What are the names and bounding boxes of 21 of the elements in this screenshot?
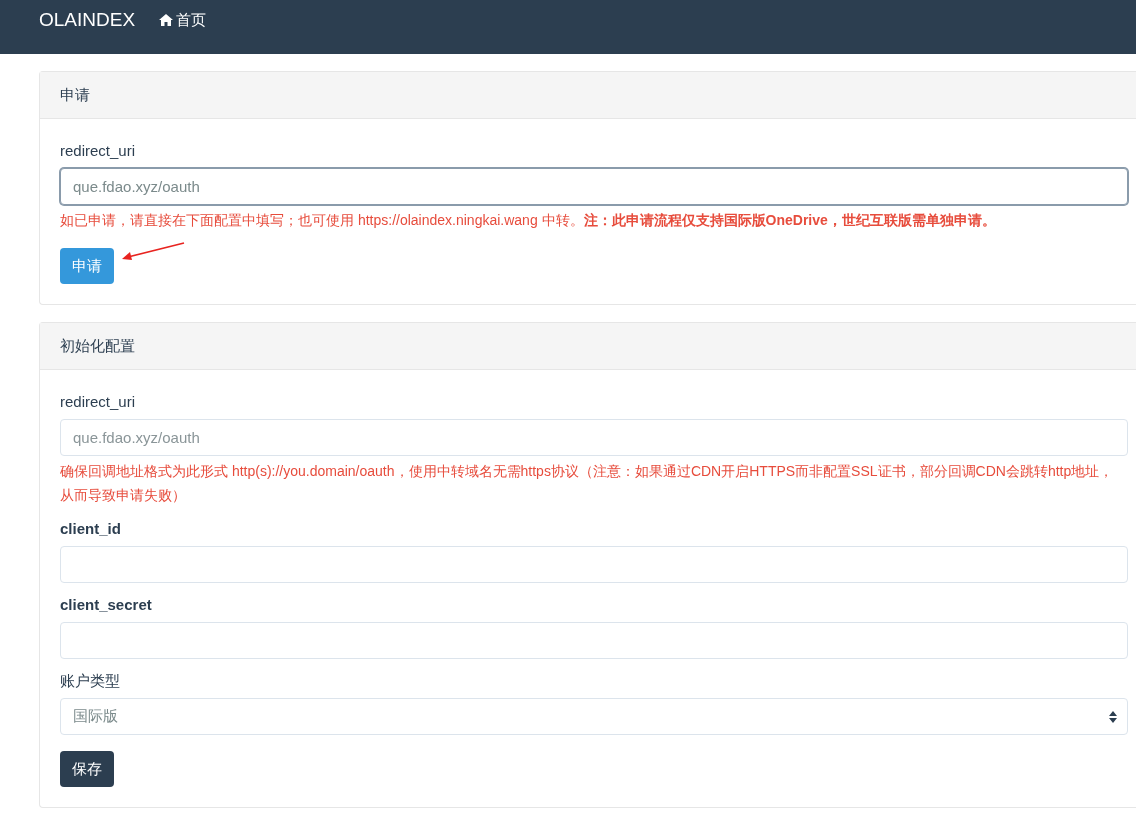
select-value: 国际版 bbox=[73, 707, 118, 726]
submit-button[interactable]: 申请 bbox=[60, 248, 114, 284]
field-label: client_id bbox=[60, 519, 122, 539]
text-field[interactable]: que.fdao.xyz/oauth bbox=[60, 168, 1128, 205]
nav-link[interactable]: 首页 bbox=[159, 8, 207, 32]
field-label: redirect_uri bbox=[60, 392, 137, 412]
field-label: client_secret bbox=[60, 595, 153, 615]
text-field[interactable] bbox=[60, 622, 1128, 659]
home-icon bbox=[159, 14, 174, 26]
brand-name: OLAINDEX bbox=[39, 8, 136, 32]
panel-heading: 申请 bbox=[40, 72, 1136, 119]
help-text: 如已申请，请直接在下面配置中填写；也可使用 https://olaindex.ningkai.wang 中转。注：此申请流程仅支持国际版OneDrive，世纪互联版需单独申请。 bbox=[60, 211, 997, 230]
submit-button[interactable]: 保存 bbox=[60, 751, 114, 787]
help-text: 确保回调地址格式为此形式 http(s)://you.domain/oauth，使用中转域名无需https协议（注意：如果通过CDN开启HTTPS而非配置SSL证书，部分回调CDN会跳转http地址，从而导致申请失败） bbox=[60, 462, 1115, 505]
field-label: 账户类型 bbox=[60, 671, 121, 691]
text-field[interactable]: que.fdao.xyz/oauth bbox=[60, 419, 1128, 456]
text-field[interactable] bbox=[60, 546, 1128, 583]
field-label: redirect_uri bbox=[60, 141, 137, 161]
panel-heading: 初始化配置 bbox=[40, 323, 1136, 370]
sort-caret-icon bbox=[1109, 710, 1117, 723]
select-field[interactable]: 国际版 bbox=[60, 698, 1128, 735]
